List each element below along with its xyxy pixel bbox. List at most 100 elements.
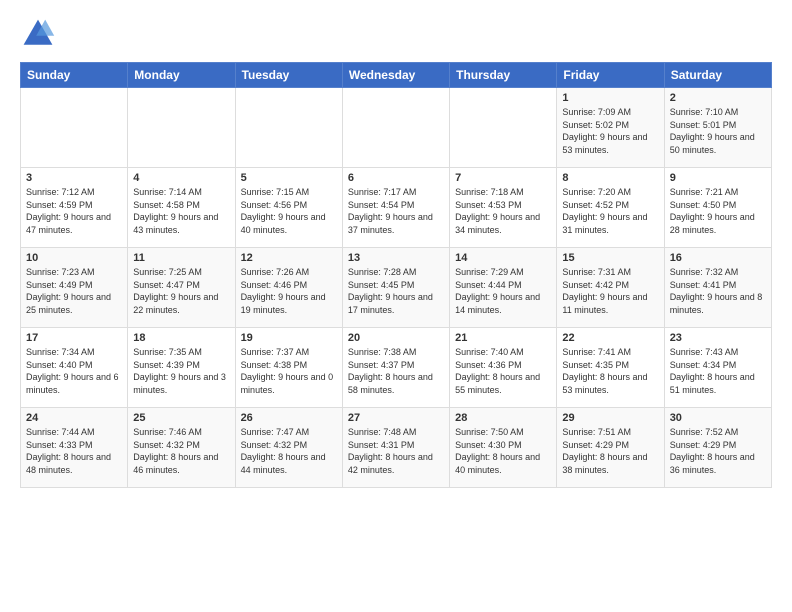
day-number: 19 <box>241 332 337 344</box>
day-number: 27 <box>348 412 444 424</box>
day-number: 10 <box>26 252 122 264</box>
day-number: 17 <box>26 332 122 344</box>
day-number: 22 <box>562 332 658 344</box>
day-info: Sunrise: 7:40 AM Sunset: 4:36 PM Dayligh… <box>455 346 551 396</box>
day-info: Sunrise: 7:50 AM Sunset: 4:30 PM Dayligh… <box>455 426 551 476</box>
calendar-cell: 24Sunrise: 7:44 AM Sunset: 4:33 PM Dayli… <box>21 408 128 488</box>
calendar-cell: 22 Sunrise: 7:41 AM Sunset: 4:35 PM Dayli… <box>557 328 664 408</box>
day-info: Sunrise: 7:47 AM Sunset: 4:32 PM Dayligh… <box>241 426 337 476</box>
calendar-cell <box>342 88 449 168</box>
logo-icon <box>20 16 56 52</box>
weekday-header: Thursday <box>450 63 557 88</box>
calendar-cell: 16Sunrise: 7:32 AM Sunset: 4:41 PM Dayli… <box>664 248 771 328</box>
calendar-cell: 17 Sunrise: 7:34 AM Sunset: 4:40 PM Dayli… <box>21 328 128 408</box>
calendar-cell: 6 Sunrise: 7:17 AM Sunset: 4:54 PM Daylig… <box>342 168 449 248</box>
day-info: Sunrise: 7:25 AM Sunset: 4:47 PM Dayligh… <box>133 266 229 316</box>
day-info: Sunrise: 7:43 AM Sunset: 4:34 PM Dayligh… <box>670 346 766 396</box>
day-number: 1 <box>562 92 658 104</box>
day-number: 14 <box>455 252 551 264</box>
calendar-cell: 11Sunrise: 7:25 AM Sunset: 4:47 PM Dayli… <box>128 248 235 328</box>
day-info: Sunrise: 7:17 AM Sunset: 4:54 PM Dayligh… <box>348 186 444 236</box>
day-number: 26 <box>241 412 337 424</box>
day-number: 28 <box>455 412 551 424</box>
day-info: Sunrise: 7:23 AM Sunset: 4:49 PM Dayligh… <box>26 266 122 316</box>
day-info: Sunrise: 7:46 AM Sunset: 4:32 PM Dayligh… <box>133 426 229 476</box>
day-number: 2 <box>670 92 766 104</box>
calendar-cell: 20 Sunrise: 7:38 AM Sunset: 4:37 PM Dayli… <box>342 328 449 408</box>
day-number: 4 <box>133 172 229 184</box>
day-info: Sunrise: 7:32 AM Sunset: 4:41 PM Dayligh… <box>670 266 766 316</box>
weekday-header: Saturday <box>664 63 771 88</box>
calendar-cell: 12Sunrise: 7:26 AM Sunset: 4:46 PM Dayli… <box>235 248 342 328</box>
calendar-cell: 18Sunrise: 7:35 AM Sunset: 4:39 PM Dayli… <box>128 328 235 408</box>
day-info: Sunrise: 7:12 AM Sunset: 4:59 PM Dayligh… <box>26 186 122 236</box>
calendar-cell: 4 Sunrise: 7:14 AM Sunset: 4:58 PM Daylig… <box>128 168 235 248</box>
day-info: Sunrise: 7:09 AM Sunset: 5:02 PM Dayligh… <box>562 106 658 156</box>
day-info: Sunrise: 7:28 AM Sunset: 4:45 PM Dayligh… <box>348 266 444 316</box>
calendar-cell: 1 Sunrise: 7:09 AM Sunset: 5:02 PM Daylig… <box>557 88 664 168</box>
calendar-week-row: 3 Sunrise: 7:12 AM Sunset: 4:59 PM Daylig… <box>21 168 772 248</box>
calendar-cell <box>450 88 557 168</box>
day-info: Sunrise: 7:37 AM Sunset: 4:38 PM Dayligh… <box>241 346 337 396</box>
calendar: SundayMondayTuesdayWednesdayThursdayFrid… <box>20 62 772 488</box>
day-number: 5 <box>241 172 337 184</box>
logo <box>20 16 60 52</box>
day-info: Sunrise: 7:38 AM Sunset: 4:37 PM Dayligh… <box>348 346 444 396</box>
calendar-week-row: 17 Sunrise: 7:34 AM Sunset: 4:40 PM Dayli… <box>21 328 772 408</box>
day-number: 21 <box>455 332 551 344</box>
day-info: Sunrise: 7:52 AM Sunset: 4:29 PM Dayligh… <box>670 426 766 476</box>
calendar-cell: 26 Sunrise: 7:47 AM Sunset: 4:32 PM Dayli… <box>235 408 342 488</box>
calendar-week-row: 24Sunrise: 7:44 AM Sunset: 4:33 PM Dayli… <box>21 408 772 488</box>
day-number: 15 <box>562 252 658 264</box>
weekday-header: Friday <box>557 63 664 88</box>
calendar-body: 1 Sunrise: 7:09 AM Sunset: 5:02 PM Daylig… <box>21 88 772 488</box>
calendar-cell: 3 Sunrise: 7:12 AM Sunset: 4:59 PM Daylig… <box>21 168 128 248</box>
day-number: 13 <box>348 252 444 264</box>
calendar-cell <box>128 88 235 168</box>
calendar-cell: 23 Sunrise: 7:43 AM Sunset: 4:34 PM Dayli… <box>664 328 771 408</box>
day-info: Sunrise: 7:20 AM Sunset: 4:52 PM Dayligh… <box>562 186 658 236</box>
day-number: 6 <box>348 172 444 184</box>
calendar-cell: 13 Sunrise: 7:28 AM Sunset: 4:45 PM Dayli… <box>342 248 449 328</box>
calendar-cell: 27 Sunrise: 7:48 AM Sunset: 4:31 PM Dayli… <box>342 408 449 488</box>
day-info: Sunrise: 7:18 AM Sunset: 4:53 PM Dayligh… <box>455 186 551 236</box>
calendar-cell: 9 Sunrise: 7:21 AM Sunset: 4:50 PM Daylig… <box>664 168 771 248</box>
day-info: Sunrise: 7:15 AM Sunset: 4:56 PM Dayligh… <box>241 186 337 236</box>
page: SundayMondayTuesdayWednesdayThursdayFrid… <box>0 0 792 612</box>
calendar-week-row: 1 Sunrise: 7:09 AM Sunset: 5:02 PM Daylig… <box>21 88 772 168</box>
calendar-cell: 14 Sunrise: 7:29 AM Sunset: 4:44 PM Dayli… <box>450 248 557 328</box>
header <box>20 16 772 52</box>
day-number: 7 <box>455 172 551 184</box>
calendar-cell: 10 Sunrise: 7:23 AM Sunset: 4:49 PM Dayli… <box>21 248 128 328</box>
day-info: Sunrise: 7:14 AM Sunset: 4:58 PM Dayligh… <box>133 186 229 236</box>
weekday-row: SundayMondayTuesdayWednesdayThursdayFrid… <box>21 63 772 88</box>
day-info: Sunrise: 7:48 AM Sunset: 4:31 PM Dayligh… <box>348 426 444 476</box>
day-info: Sunrise: 7:29 AM Sunset: 4:44 PM Dayligh… <box>455 266 551 316</box>
calendar-week-row: 10 Sunrise: 7:23 AM Sunset: 4:49 PM Dayli… <box>21 248 772 328</box>
day-number: 18 <box>133 332 229 344</box>
day-number: 23 <box>670 332 766 344</box>
day-info: Sunrise: 7:51 AM Sunset: 4:29 PM Dayligh… <box>562 426 658 476</box>
day-info: Sunrise: 7:10 AM Sunset: 5:01 PM Dayligh… <box>670 106 766 156</box>
day-number: 30 <box>670 412 766 424</box>
day-info: Sunrise: 7:34 AM Sunset: 4:40 PM Dayligh… <box>26 346 122 396</box>
weekday-header: Wednesday <box>342 63 449 88</box>
calendar-cell: 21 Sunrise: 7:40 AM Sunset: 4:36 PM Dayli… <box>450 328 557 408</box>
weekday-header: Tuesday <box>235 63 342 88</box>
calendar-cell: 8 Sunrise: 7:20 AM Sunset: 4:52 PM Daylig… <box>557 168 664 248</box>
day-number: 20 <box>348 332 444 344</box>
day-number: 3 <box>26 172 122 184</box>
day-info: Sunrise: 7:41 AM Sunset: 4:35 PM Dayligh… <box>562 346 658 396</box>
day-number: 12 <box>241 252 337 264</box>
day-info: Sunrise: 7:21 AM Sunset: 4:50 PM Dayligh… <box>670 186 766 236</box>
calendar-cell: 7 Sunrise: 7:18 AM Sunset: 4:53 PM Daylig… <box>450 168 557 248</box>
calendar-cell: 5 Sunrise: 7:15 AM Sunset: 4:56 PM Daylig… <box>235 168 342 248</box>
day-number: 29 <box>562 412 658 424</box>
day-info: Sunrise: 7:31 AM Sunset: 4:42 PM Dayligh… <box>562 266 658 316</box>
calendar-cell <box>235 88 342 168</box>
day-number: 8 <box>562 172 658 184</box>
day-info: Sunrise: 7:44 AM Sunset: 4:33 PM Dayligh… <box>26 426 122 476</box>
calendar-cell: 2 Sunrise: 7:10 AM Sunset: 5:01 PM Daylig… <box>664 88 771 168</box>
day-number: 9 <box>670 172 766 184</box>
calendar-cell: 29 Sunrise: 7:51 AM Sunset: 4:29 PM Dayli… <box>557 408 664 488</box>
